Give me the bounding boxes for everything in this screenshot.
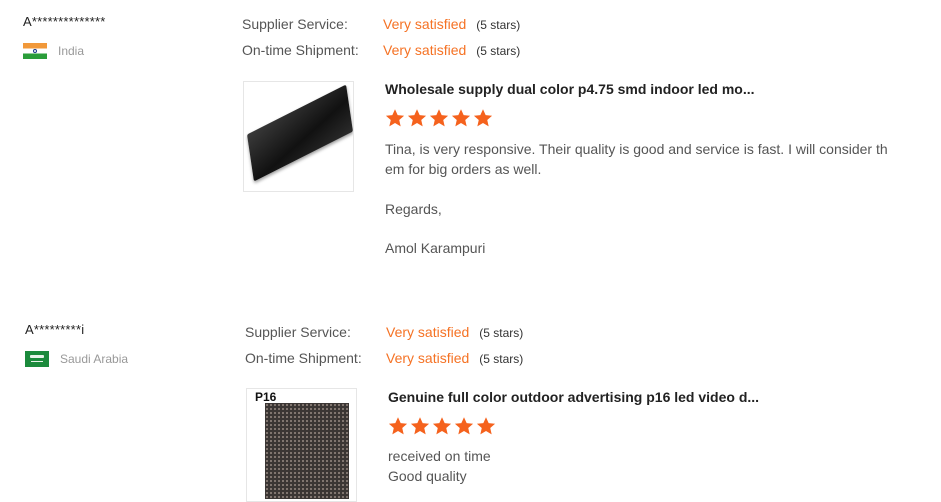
rating-stars-count: (5 stars) xyxy=(479,352,524,366)
star-icon xyxy=(407,108,427,128)
star-icon xyxy=(385,108,405,128)
star-icon xyxy=(451,108,471,128)
product-thumbnail[interactable] xyxy=(243,81,354,192)
review-text-line: Regards, xyxy=(385,201,442,217)
review-text: received on time Good quality xyxy=(388,446,928,486)
rating-label: On-time Shipment: xyxy=(242,42,359,58)
star-icon xyxy=(454,416,474,436)
country-name: Saudi Arabia xyxy=(60,352,129,366)
led-panel-image xyxy=(265,403,349,499)
rating-value: Very satisfied xyxy=(383,16,467,32)
led-module-image xyxy=(247,84,353,182)
saudi-arabia-flag-icon xyxy=(25,351,49,367)
rating-label: Supplier Service: xyxy=(242,16,348,32)
star-icon xyxy=(473,108,493,128)
country-name: India xyxy=(58,44,85,58)
rating-value: Very satisfied xyxy=(383,42,467,58)
rating-value: Very satisfied xyxy=(386,350,470,366)
product-thumbnail[interactable]: P16 xyxy=(246,388,357,502)
supplier-service-rating: Supplier Service: Very satisfied (5 star… xyxy=(242,16,520,32)
buyer-name: A************** xyxy=(23,14,106,29)
star-icon xyxy=(476,416,496,436)
product-image-label: P16 xyxy=(255,390,277,404)
review-text: Tina, is very responsive. Their quality … xyxy=(385,139,930,258)
rating-label: Supplier Service: xyxy=(245,324,351,340)
star-icon xyxy=(432,416,452,436)
buyer-country: India xyxy=(23,43,84,59)
review-text-line: Good quality xyxy=(388,468,467,484)
on-time-shipment-rating: On-time Shipment: Very satisfied (5 star… xyxy=(242,42,520,58)
star-icon xyxy=(429,108,449,128)
supplier-service-rating: Supplier Service: Very satisfied (5 star… xyxy=(245,324,523,340)
rating-stars-count: (5 stars) xyxy=(476,44,521,58)
rating-stars-count: (5 stars) xyxy=(479,326,524,340)
review-text-line: received on time xyxy=(388,448,491,464)
rating-label: On-time Shipment: xyxy=(245,350,362,366)
buyer-name: A*********i xyxy=(25,322,85,337)
review-text-line: em for big orders as well. xyxy=(385,161,542,177)
rating-value: Very satisfied xyxy=(386,324,470,340)
on-time-shipment-rating: On-time Shipment: Very satisfied (5 star… xyxy=(245,350,523,366)
india-flag-icon xyxy=(23,43,47,59)
product-title-link[interactable]: Genuine full color outdoor advertising p… xyxy=(388,389,759,405)
star-icon xyxy=(410,416,430,436)
product-rating-stars xyxy=(385,108,495,128)
product-rating-stars xyxy=(388,416,498,436)
review-text-line: Tina, is very responsive. Their quality … xyxy=(385,141,888,157)
buyer-country: Saudi Arabia xyxy=(25,351,128,367)
rating-stars-count: (5 stars) xyxy=(476,18,521,32)
product-title-link[interactable]: Wholesale supply dual color p4.75 smd in… xyxy=(385,81,755,97)
review-text-line: Amol Karampuri xyxy=(385,240,486,256)
star-icon xyxy=(388,416,408,436)
